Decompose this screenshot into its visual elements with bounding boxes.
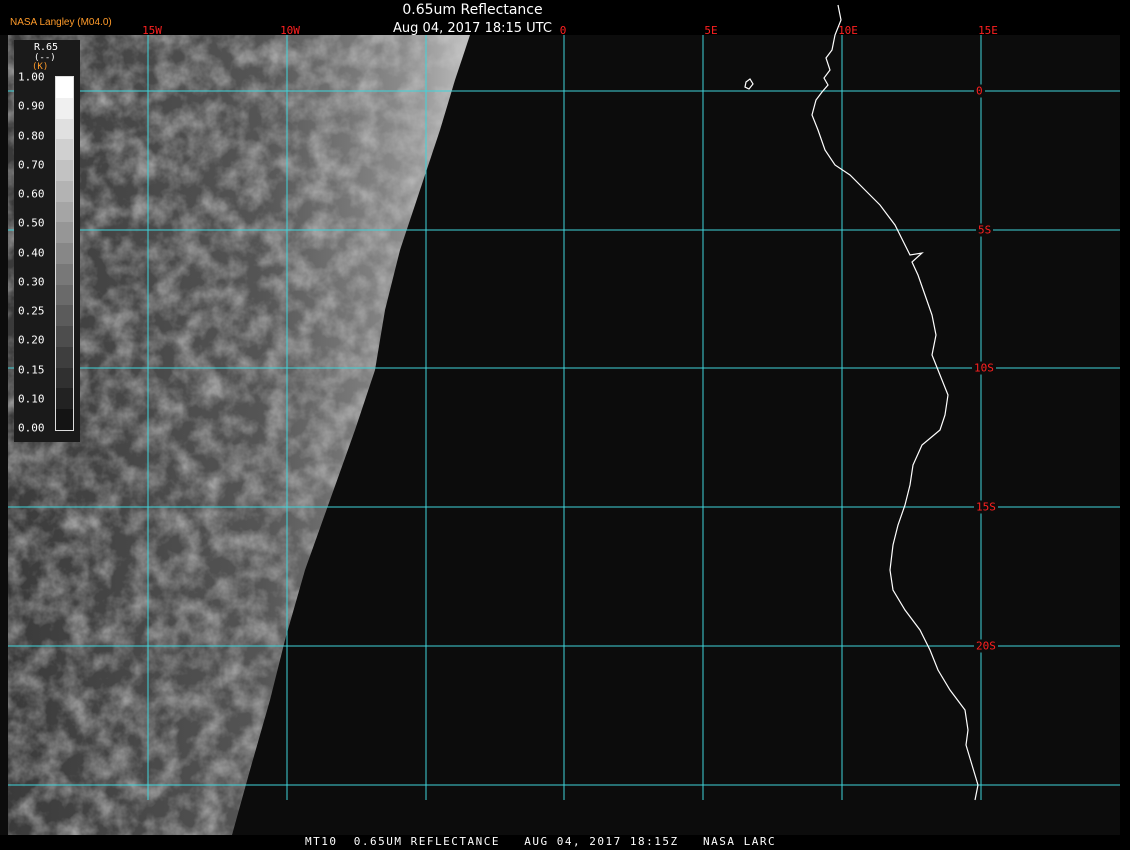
legend-tick-label: 0.80 [18, 129, 45, 142]
legend-variable: R.65 [34, 42, 59, 53]
lon-label-15e: 15E [978, 24, 998, 37]
legend-tick-label: 0.50 [18, 216, 45, 230]
lon-label-10e: 10E [838, 24, 858, 37]
legend-color-step [56, 97, 73, 119]
legend-color-step [56, 305, 73, 326]
reflectance-map [0, 4, 1120, 835]
legend-color-step [56, 409, 73, 430]
satellite-image-viewer: 0.65um Reflectance Aug 04, 2017 18:15 UT… [0, 0, 1130, 850]
legend-tick-label: 0.90 [18, 99, 45, 113]
lat-label-5s: 5S [976, 223, 994, 237]
legend-tick-label: 0.25 [18, 304, 45, 318]
legend-color-step [56, 284, 73, 306]
legend-color-step [56, 388, 73, 409]
lon-label-5e: 5E [704, 24, 718, 37]
legend-color-step [56, 367, 73, 389]
lat-label-15s: 15S [974, 500, 998, 514]
legend-tick-label: 1.00 [18, 70, 45, 84]
legend-tick-label: 0.60 [18, 187, 45, 201]
legend-color-step [56, 201, 73, 223]
legend-color-step [56, 77, 73, 98]
legend-color-step [56, 139, 73, 160]
legend-color-step [56, 180, 73, 202]
legend-color-step [56, 222, 73, 243]
legend-tick-label: 0.30 [18, 275, 45, 289]
footer-caption: MT10 0.65UM REFLECTANCE AUG 04, 2017 18:… [305, 835, 777, 848]
lon-label-15w: 15W [142, 24, 162, 37]
legend-tick-label: 0.10 [18, 392, 45, 406]
legend-color-step [56, 118, 73, 140]
image-title: 0.65um Reflectance [402, 2, 543, 18]
legend-color-step [56, 263, 73, 285]
legend-color-bar [55, 76, 74, 431]
legend-color-step [56, 326, 73, 347]
credit-label: NASA Langley (M04.0) [10, 17, 112, 28]
legend-color-step [56, 346, 73, 368]
lat-label-20s: 20S [974, 639, 998, 653]
legend-color-step [56, 243, 73, 264]
lat-label-0: 0 [974, 84, 985, 98]
legend-tick-label: 0.40 [18, 246, 45, 259]
lon-label-10w: 10W [280, 24, 300, 37]
lon-label-0: 0 [559, 24, 567, 37]
legend-tick-label: 0.00 [18, 421, 45, 435]
color-legend: R.65 (--) (K) 1.00 0.90 0.80 0.70 0.60 0.50 0.… [14, 40, 80, 442]
legend-tick-label: 0.15 [18, 363, 45, 376]
lat-label-10s: 10S [972, 361, 996, 375]
legend-color-step [56, 160, 73, 181]
legend-tick-label: 0.20 [18, 333, 45, 347]
legend-tick-label: 0.70 [18, 158, 45, 172]
